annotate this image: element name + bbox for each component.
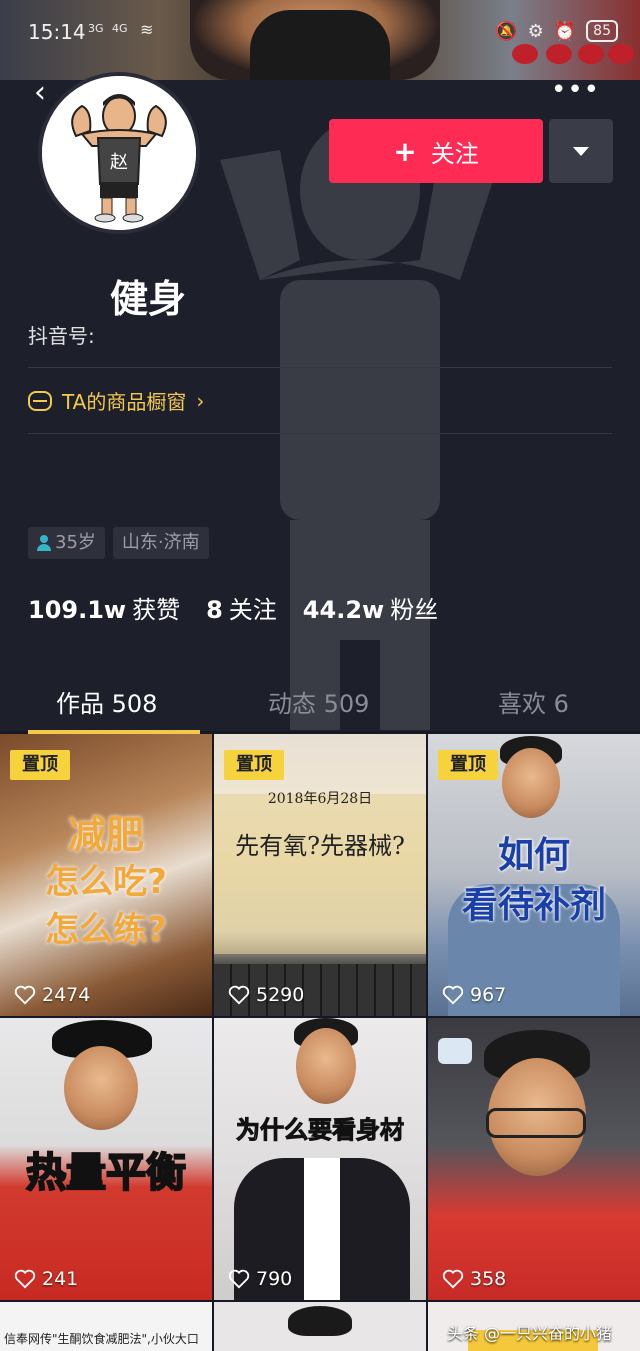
heart-icon <box>442 985 464 1005</box>
like-count: 5290 <box>228 984 304 1006</box>
following-stat[interactable]: 8 关注 <box>206 590 277 625</box>
battery-icon: 85 <box>586 20 618 42</box>
video-caption: 看待补剂 <box>461 885 606 926</box>
video-thumbnail[interactable]: 置顶 2018年6月28日 先有氧?先器械? 5290 <box>214 734 426 1016</box>
shop-window-label: TA的商品橱窗 <box>62 390 187 414</box>
video-thumbnail[interactable]: 热量平衡 241 <box>0 1018 212 1300</box>
like-count: 241 <box>14 1268 78 1290</box>
status-bar: 15:14 3G 4G ≋ 🔕 ⚙ ⏰ 85 <box>0 0 640 64</box>
tab-works[interactable]: 作品 508 <box>56 684 157 719</box>
shop-window-link[interactable]: TA的商品橱窗 › <box>28 386 204 415</box>
heart-icon <box>14 1269 36 1289</box>
video-caption: 减肥 <box>67 813 144 857</box>
likes-stat: 109.1w 获赞 <box>28 590 180 625</box>
likes-label: 获赞 <box>132 596 181 624</box>
profile-name: 健身 <box>110 277 187 321</box>
person-face <box>296 1028 356 1104</box>
background-mascot-illustration <box>220 120 500 730</box>
glasses-image <box>486 1108 586 1138</box>
profile-stats: 109.1w 获赞 8 关注 44.2w 粉丝 <box>28 590 438 625</box>
followers-label: 粉丝 <box>390 596 439 624</box>
followers-stat[interactable]: 44.2w 粉丝 <box>303 590 438 625</box>
shirt-image <box>304 1158 340 1300</box>
location-tag: 山东·济南 <box>112 527 209 559</box>
recommend-dropdown-button[interactable] <box>549 119 613 183</box>
pinned-badge: 置顶 <box>438 750 498 780</box>
douyin-id: 抖音号: <box>28 324 95 348</box>
person-icon <box>37 535 51 551</box>
tab-activity[interactable]: 动态 509 <box>268 684 369 719</box>
avatar-cartoon-icon: 赵 <box>42 76 196 230</box>
video-thumbnail[interactable]: 置顶 减肥 怎么吃? 怎么练? 2474 <box>0 734 212 1016</box>
chevron-right-icon: › <box>196 388 205 413</box>
plus-icon: + <box>393 134 417 168</box>
video-caption: 热量平衡 <box>25 1149 187 1197</box>
like-count: 790 <box>228 1268 292 1290</box>
following-count: 8 <box>206 596 223 624</box>
shop-icon <box>28 390 52 411</box>
svg-text:赵: 赵 <box>110 152 128 173</box>
video-thumbnail[interactable]: 358 <box>428 1018 640 1300</box>
like-count-value: 5290 <box>256 984 305 1006</box>
watermark: 头条 @一只兴奋的小猪 <box>446 1324 612 1343</box>
divider <box>28 433 612 434</box>
video-caption: 如何 <box>497 835 570 876</box>
like-count-value: 967 <box>470 984 507 1006</box>
age-tag-label: 35岁 <box>55 532 96 553</box>
heart-icon <box>14 985 36 1005</box>
person-face <box>64 1046 138 1130</box>
video-caption: 先有氧?先器械? <box>235 832 405 860</box>
heart-icon <box>228 1269 250 1289</box>
wifi-icon: ≋ <box>140 20 154 39</box>
like-count-value: 241 <box>42 1268 79 1290</box>
heart-icon <box>228 985 250 1005</box>
following-label: 关注 <box>228 596 277 624</box>
like-count: 2474 <box>14 984 90 1006</box>
like-count: 967 <box>442 984 506 1006</box>
person-hair <box>288 1306 352 1336</box>
video-thumbnail[interactable]: 为什么要看身材 790 <box>214 1018 426 1300</box>
pinned-badge: 置顶 <box>10 750 70 780</box>
like-count-value: 358 <box>470 1268 507 1290</box>
video-thumbnail[interactable]: 置顶 如何 看待补剂 967 <box>428 734 640 1016</box>
like-count-value: 790 <box>256 1268 293 1290</box>
followers-count: 44.2w <box>302 596 385 624</box>
like-count: 358 <box>442 1268 506 1290</box>
video-caption: 信奉网传"生酮饮食减肥法",小伙大口 <box>4 1332 199 1346</box>
person-face <box>502 748 560 818</box>
age-tag: 35岁 <box>28 527 105 559</box>
tab-likes[interactable]: 喜欢 6 <box>498 684 569 719</box>
mute-icon: 🔕 <box>495 20 518 42</box>
divider <box>28 367 612 368</box>
more-options-button[interactable]: ••• <box>551 77 600 103</box>
emoji-sticker-icon <box>438 1038 472 1064</box>
follow-label: 关注 <box>430 139 479 168</box>
status-time: 15:14 <box>28 20 86 44</box>
pinned-badge: 置顶 <box>224 750 284 780</box>
chevron-down-icon <box>573 146 589 156</box>
avatar[interactable]: 赵 <box>38 72 200 234</box>
video-caption: 2018年6月28日 <box>267 791 373 807</box>
like-count-value: 2474 <box>42 984 91 1006</box>
network-3g-label: 3G <box>88 22 104 35</box>
content-tabs: 作品 508 动态 509 喜欢 6 <box>0 680 640 734</box>
profile-tags: 35岁 山东·济南 <box>28 527 209 559</box>
follow-button[interactable]: + 关注 <box>329 119 543 183</box>
video-caption: 怎么练? <box>45 910 167 950</box>
video-thumbnail[interactable] <box>214 1302 426 1351</box>
paper-note <box>214 794 426 954</box>
network-4g-label: 4G <box>112 22 128 35</box>
settings-icon: ⚙ <box>527 20 544 42</box>
video-caption: 怎么吃? <box>45 862 167 902</box>
likes-count: 109.1w <box>28 596 127 624</box>
video-thumbnail[interactable]: 信奉网传"生酮饮食减肥法",小伙大口 <box>0 1302 212 1351</box>
heart-icon <box>442 1269 464 1289</box>
video-caption: 为什么要看身材 <box>236 1116 405 1145</box>
alarm-icon: ⏰ <box>553 20 577 42</box>
